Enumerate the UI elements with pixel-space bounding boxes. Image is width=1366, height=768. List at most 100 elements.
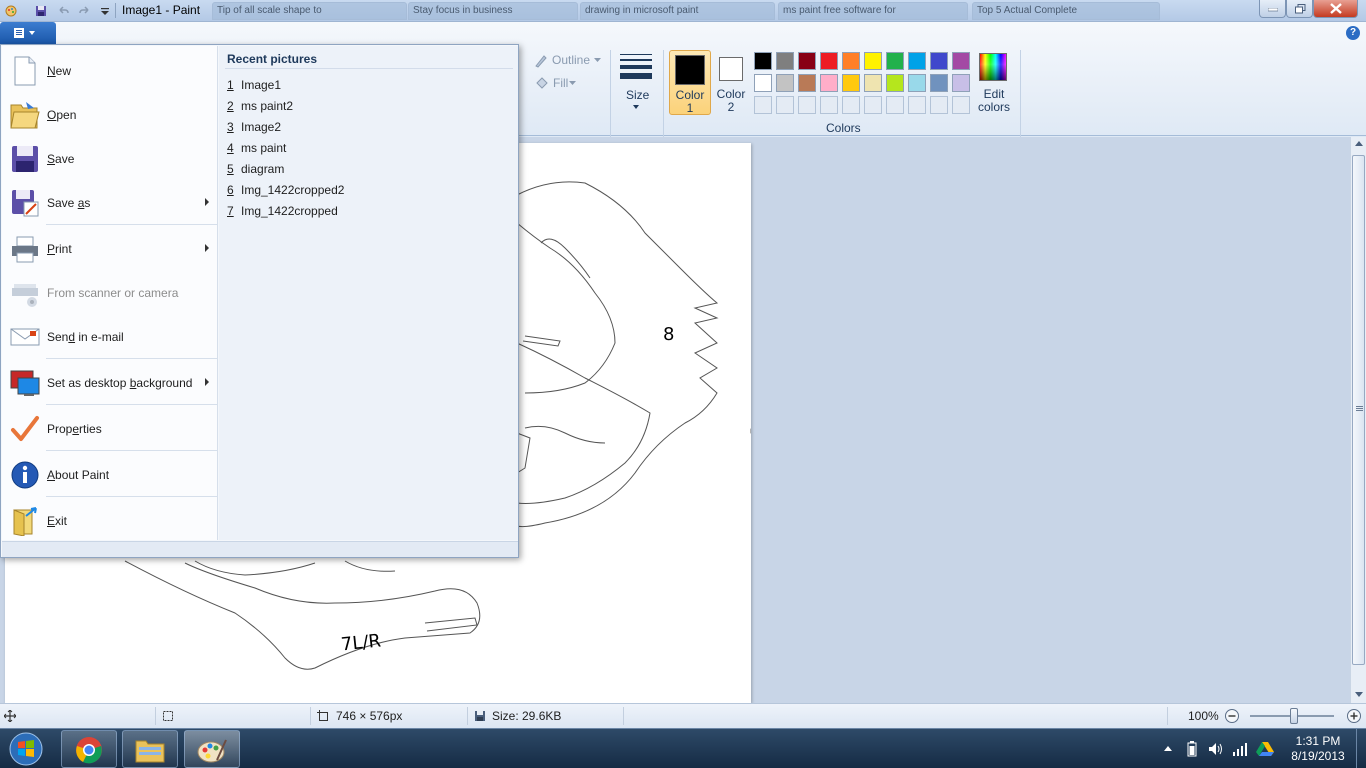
menu-item-print[interactable]: Print	[2, 226, 218, 270]
save-disk-icon	[12, 146, 38, 172]
scroll-down-icon[interactable]	[1355, 692, 1363, 698]
file-menu-button[interactable]	[0, 22, 56, 44]
palette-swatch[interactable]	[952, 52, 970, 70]
zoom-in-icon[interactable]	[1346, 708, 1362, 724]
palette-swatch[interactable]	[930, 74, 948, 92]
menu-item-save-as[interactable]: Save as	[2, 180, 218, 224]
battery-icon[interactable]	[1186, 741, 1198, 757]
recent-item[interactable]: 7 Img_1422cropped	[219, 201, 518, 221]
clock-date: 8/19/2013	[1291, 749, 1345, 763]
palette-swatch[interactable]	[820, 74, 838, 92]
menu-item-save[interactable]: Save	[2, 136, 218, 180]
fill-label[interactable]: Fill	[553, 76, 568, 90]
fill-dropdown-icon[interactable]	[569, 81, 576, 85]
size-button[interactable]: Size	[614, 50, 658, 114]
show-hidden-icons[interactable]	[1164, 746, 1172, 752]
checkmark-icon	[11, 416, 39, 441]
zoom-level: 100%	[1188, 709, 1219, 723]
show-desktop-button[interactable]	[1356, 729, 1366, 768]
palette-swatch-empty[interactable]	[798, 96, 816, 114]
recent-item[interactable]: 1 Image1	[219, 75, 518, 95]
palette-swatch[interactable]	[776, 74, 794, 92]
palette-swatch[interactable]	[930, 52, 948, 70]
palette-swatch-empty[interactable]	[842, 96, 860, 114]
network-signal-icon[interactable]	[1232, 741, 1248, 757]
quick-save-icon[interactable]	[32, 2, 50, 20]
palette-swatch[interactable]	[798, 74, 816, 92]
canvas-label-8: 8	[663, 324, 674, 345]
palette-swatch-empty[interactable]	[908, 96, 926, 114]
palette-swatch[interactable]	[886, 74, 904, 92]
minimize-button[interactable]	[1259, 0, 1286, 18]
redo-icon[interactable]	[76, 2, 94, 20]
menu-item-exit[interactable]: Exit	[2, 498, 218, 542]
color2-button[interactable]: Color 2	[713, 50, 749, 115]
palette-swatch[interactable]	[864, 52, 882, 70]
zoom-out-icon[interactable]	[1224, 708, 1240, 724]
recent-item[interactable]: 6 Img_1422cropped2	[219, 180, 518, 200]
palette-swatch-empty[interactable]	[886, 96, 904, 114]
palette-swatch[interactable]	[776, 52, 794, 70]
menu-item-send-email[interactable]: Send in e-mail	[2, 314, 218, 358]
outline-dropdown-icon[interactable]	[594, 58, 601, 62]
maximize-button[interactable]	[1286, 0, 1313, 18]
background-tab[interactable]: Tip of all scale shape to	[212, 2, 407, 20]
background-tab[interactable]: Top 5 Actual Complete	[972, 2, 1160, 20]
menu-item-from-scanner: From scanner or camera	[2, 270, 218, 314]
palette-swatch[interactable]	[864, 74, 882, 92]
palette-swatch[interactable]	[908, 52, 926, 70]
close-button[interactable]	[1313, 0, 1358, 18]
palette-swatch[interactable]	[842, 52, 860, 70]
palette-swatch[interactable]	[798, 52, 816, 70]
menu-item-open[interactable]: Open	[2, 92, 218, 136]
vertical-scrollbar[interactable]	[1350, 137, 1366, 703]
palette-swatch-empty[interactable]	[952, 96, 970, 114]
palette-swatch-empty[interactable]	[930, 96, 948, 114]
taskbar-chrome[interactable]	[61, 730, 117, 768]
recent-item[interactable]: 4 ms paint	[219, 138, 518, 158]
palette-swatch[interactable]	[952, 74, 970, 92]
size-dropdown-icon	[633, 105, 639, 109]
palette-swatch-empty[interactable]	[776, 96, 794, 114]
scroll-up-icon[interactable]	[1355, 141, 1363, 147]
help-icon[interactable]: ?	[1346, 26, 1360, 40]
background-tab[interactable]: drawing in microsoft paint	[580, 2, 775, 20]
system-clock[interactable]: 1:31 PM 8/19/2013	[1284, 734, 1352, 764]
taskbar-paint[interactable]	[184, 730, 240, 768]
palette-swatch-empty[interactable]	[820, 96, 838, 114]
save-as-icon	[12, 190, 39, 217]
recent-item[interactable]: 3 Image2	[219, 117, 518, 137]
volume-icon[interactable]	[1208, 741, 1224, 757]
scrollbar-thumb[interactable]	[1352, 155, 1365, 665]
start-button[interactable]	[3, 731, 49, 767]
taskbar-explorer[interactable]	[122, 730, 178, 768]
outline-label[interactable]: Outline	[552, 53, 590, 67]
palette-swatch[interactable]	[754, 74, 772, 92]
zoom-slider-thumb[interactable]	[1290, 708, 1298, 724]
file-menu-icon	[14, 28, 35, 38]
palette-swatch[interactable]	[820, 52, 838, 70]
edit-colors-button[interactable]: Edit colors	[975, 50, 1011, 116]
background-tab[interactable]: Stay focus in business	[408, 2, 578, 20]
color1-swatch	[675, 55, 705, 85]
palette-swatch[interactable]	[886, 52, 904, 70]
menu-item-new[interactable]: New	[2, 48, 218, 92]
palette-swatch[interactable]	[908, 74, 926, 92]
menu-item-about-paint[interactable]: About Paint	[2, 452, 218, 496]
palette-swatch-empty[interactable]	[864, 96, 882, 114]
palette-swatch-empty[interactable]	[754, 96, 772, 114]
menu-item-set-desktop-background[interactable]: Set as desktop background	[2, 360, 218, 404]
open-folder-icon	[10, 102, 40, 129]
google-drive-icon[interactable]	[1256, 741, 1274, 757]
background-tab[interactable]: ms paint free software for	[778, 2, 968, 20]
menu-item-properties[interactable]: Properties	[2, 406, 218, 450]
customize-toolbar-icon[interactable]	[96, 2, 114, 20]
paint-app-icon[interactable]	[2, 2, 20, 20]
palette-swatch[interactable]	[754, 52, 772, 70]
undo-icon[interactable]	[54, 2, 72, 20]
color1-button[interactable]: Color 1	[669, 50, 711, 115]
recent-item[interactable]: 5 diagram	[219, 159, 518, 179]
palette-swatch[interactable]	[842, 74, 860, 92]
recent-item[interactable]: 2 ms paint2	[219, 96, 518, 116]
cursor-position-icon	[4, 710, 16, 722]
